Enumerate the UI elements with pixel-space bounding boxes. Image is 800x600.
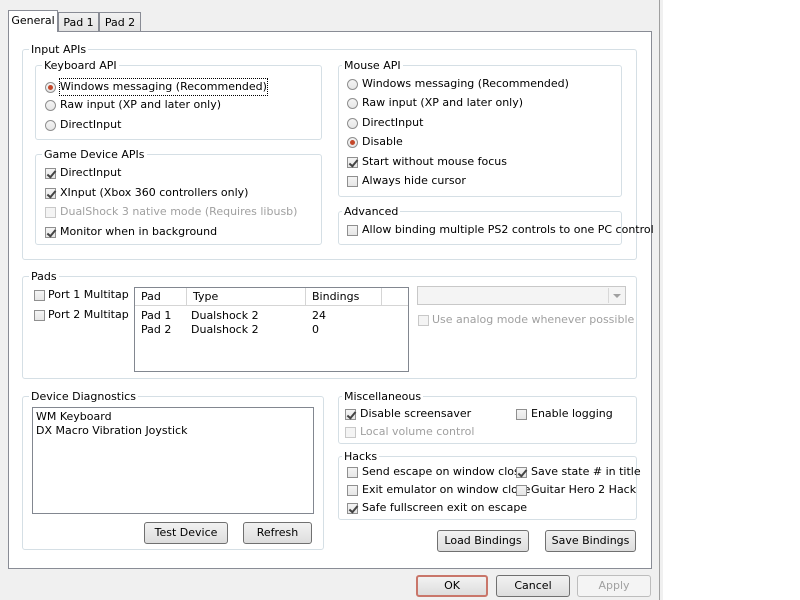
save-bindings-button[interactable]: Save Bindings xyxy=(545,530,636,552)
advanced-label: Advanced xyxy=(342,205,401,218)
chevron-down-icon xyxy=(608,288,624,303)
enable-logging-checkbox[interactable] xyxy=(516,409,527,420)
always-hide-cursor-checkbox[interactable] xyxy=(347,176,358,187)
pad-cell: Pad 2 xyxy=(141,323,172,336)
save-state-label: Save state # in title xyxy=(531,465,641,478)
disable-screensaver-label: Disable screensaver xyxy=(360,407,472,420)
always-hide-cursor-label: Always hide cursor xyxy=(362,174,466,187)
guitar-hero-label: Guitar Hero 2 Hack xyxy=(531,483,637,496)
pads-column-bindings[interactable]: Bindings xyxy=(306,288,382,306)
pads-list[interactable]: Pad Type Bindings Pad 1 Dualshock 2 24 P… xyxy=(134,287,409,372)
mouse-radio-directinput[interactable] xyxy=(347,118,358,129)
tab-pad-1[interactable]: Pad 1 xyxy=(58,12,99,31)
exit-emulator-label: Exit emulator on window close xyxy=(362,483,531,496)
cancel-button[interactable]: Cancel xyxy=(496,575,570,597)
local-volume-label: Local volume control xyxy=(360,425,475,438)
mouse-option-label: Windows messaging (Recommended) xyxy=(362,77,569,90)
guitar-hero-checkbox[interactable] xyxy=(516,485,527,496)
port2-multitap-label: Port 2 Multitap xyxy=(48,308,129,321)
xinput-label: XInput (Xbox 360 controllers only) xyxy=(60,186,249,199)
monitor-background-label: Monitor when in background xyxy=(60,225,218,238)
analog-mode-checkbox xyxy=(418,315,429,326)
pads-column-pad[interactable]: Pad xyxy=(135,288,187,306)
exit-emulator-checkbox[interactable] xyxy=(347,485,358,496)
bindings-cell: 24 xyxy=(312,309,326,322)
save-state-checkbox[interactable] xyxy=(516,467,527,478)
disable-screensaver-checkbox[interactable] xyxy=(345,409,356,420)
bindings-cell: 0 xyxy=(312,323,319,336)
pad-type-dropdown xyxy=(417,286,626,305)
hacks-label: Hacks xyxy=(342,450,380,463)
keyboard-api-label: Keyboard API xyxy=(42,59,119,72)
pads-column-filler xyxy=(382,288,408,306)
list-item[interactable]: WM Keyboard xyxy=(36,410,112,424)
send-escape-checkbox[interactable] xyxy=(347,467,358,478)
directinput-checkbox[interactable] xyxy=(45,168,56,179)
pad-cell: Pad 1 xyxy=(141,309,172,322)
tab-general[interactable]: General xyxy=(8,10,58,32)
device-list[interactable]: WM Keyboard DX Macro Vibration Joystick xyxy=(32,407,314,514)
send-escape-label: Send escape on window close xyxy=(362,465,527,478)
input-apis-label: Input APIs xyxy=(29,43,89,56)
type-cell: Dualshock 2 xyxy=(191,309,259,322)
port1-multitap-label: Port 1 Multitap xyxy=(48,288,129,301)
mouse-radio-disable[interactable] xyxy=(347,137,358,148)
dualshock3-label: DualShock 3 native mode (Requires libusb… xyxy=(60,205,298,218)
mouse-radio-windows-messaging[interactable] xyxy=(347,79,358,90)
dialog-edge xyxy=(659,0,663,600)
mouse-option-label: Raw input (XP and later only) xyxy=(362,96,524,109)
load-bindings-button[interactable]: Load Bindings xyxy=(437,530,529,552)
game-device-apis-label: Game Device APIs xyxy=(42,148,147,161)
keyboard-option-label: Raw input (XP and later only) xyxy=(60,98,222,111)
directinput-label: DirectInput xyxy=(60,166,122,179)
miscellaneous-label: Miscellaneous xyxy=(342,390,424,403)
keyboard-radio-windows-messaging[interactable] xyxy=(45,82,56,93)
apply-button: Apply xyxy=(577,575,651,597)
keyboard-option-label: Windows messaging (Recommended) xyxy=(59,78,268,96)
enable-logging-label: Enable logging xyxy=(531,407,613,420)
mouse-api-label: Mouse API xyxy=(342,59,403,72)
safe-fullscreen-checkbox[interactable] xyxy=(347,503,358,514)
allow-binding-label: Allow binding multiple PS2 controls to o… xyxy=(362,223,654,236)
list-item[interactable]: DX Macro Vibration Joystick xyxy=(36,424,187,438)
start-without-focus-checkbox[interactable] xyxy=(347,157,358,168)
keyboard-radio-raw-input[interactable] xyxy=(45,100,56,111)
dualshock3-checkbox xyxy=(45,207,56,218)
local-volume-checkbox xyxy=(345,427,356,438)
tab-pad-2[interactable]: Pad 2 xyxy=(99,12,141,31)
allow-binding-checkbox[interactable] xyxy=(347,225,358,236)
pads-column-type[interactable]: Type xyxy=(187,288,306,306)
type-cell: Dualshock 2 xyxy=(191,323,259,336)
keyboard-option-label: DirectInput xyxy=(60,118,122,131)
mouse-radio-raw-input[interactable] xyxy=(347,98,358,109)
pads-label: Pads xyxy=(29,270,59,283)
mouse-option-label: DirectInput xyxy=(362,116,424,129)
xinput-checkbox[interactable] xyxy=(45,188,56,199)
keyboard-radio-directinput[interactable] xyxy=(45,120,56,131)
port1-multitap-checkbox[interactable] xyxy=(34,290,45,301)
mouse-option-label: Disable xyxy=(362,135,403,148)
refresh-button[interactable]: Refresh xyxy=(243,522,312,544)
device-diagnostics-label: Device Diagnostics xyxy=(29,390,138,403)
start-without-focus-label: Start without mouse focus xyxy=(362,155,507,168)
analog-mode-label: Use analog mode whenever possible xyxy=(432,313,635,326)
ok-button[interactable]: OK xyxy=(416,575,488,597)
test-device-button[interactable]: Test Device xyxy=(144,522,228,544)
monitor-background-checkbox[interactable] xyxy=(45,227,56,238)
safe-fullscreen-label: Safe fullscreen exit on escape xyxy=(362,501,528,514)
port2-multitap-checkbox[interactable] xyxy=(34,310,45,321)
